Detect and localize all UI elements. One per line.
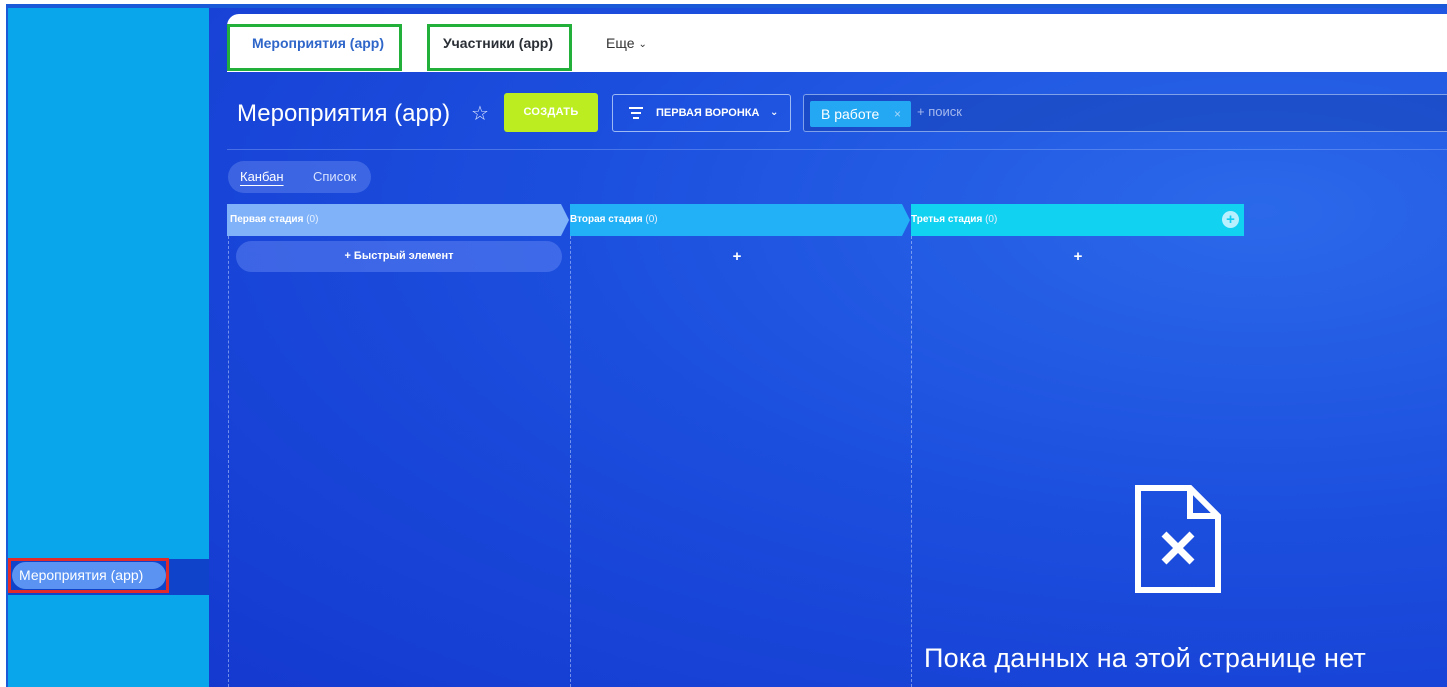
stage-name: Первая стадия <box>230 214 304 225</box>
quick-add-item-button[interactable]: + Быстрый элемент <box>236 241 562 272</box>
filter-chip-label: В работе <box>821 106 880 122</box>
more-tabs-menu[interactable]: Еще ⌄ <box>606 14 647 72</box>
stage-name: Вторая стадия <box>570 214 643 225</box>
filter-lines-icon <box>629 107 643 119</box>
sidebar-item-highlight <box>8 558 169 593</box>
stage-count: (0) <box>645 214 658 225</box>
star-icon[interactable]: ☆ <box>471 100 495 128</box>
top-tabs-bar <box>227 14 1447 72</box>
column-divider <box>911 236 912 687</box>
tab-events-highlight <box>227 24 402 71</box>
add-item-button-stage-3[interactable]: + <box>1070 249 1086 265</box>
filter-chip-in-progress[interactable]: В работе × <box>810 101 911 127</box>
document-x-icon <box>1135 485 1221 593</box>
chevron-down-icon: ⌄ <box>770 107 779 118</box>
view-tab-list[interactable]: Список <box>313 161 356 193</box>
more-label: Еще <box>606 35 635 51</box>
sidebar-panel <box>8 8 209 559</box>
chevron-down-icon: ⌄ <box>638 39 647 50</box>
header-divider <box>227 149 1447 150</box>
stage-count: (0) <box>985 214 998 225</box>
stage-title-1: Первая стадия (0) <box>228 204 318 236</box>
stage-title-3: Третья стадия (0) <box>909 204 997 236</box>
search-input[interactable]: + поиск <box>917 104 962 119</box>
stage-count: (0) <box>306 214 319 225</box>
funnel-label: ПЕРВАЯ ВОРОНКА <box>656 107 760 119</box>
page-title: Мероприятия (app) <box>237 100 451 127</box>
close-icon[interactable]: × <box>894 101 901 127</box>
add-item-button-stage-2[interactable]: + <box>729 249 745 265</box>
sidebar-panel-bottom <box>8 595 209 687</box>
create-button[interactable]: СОЗДАТЬ <box>504 93 598 132</box>
funnel-select-button[interactable]: ПЕРВАЯ ВОРОНКА ⌄ <box>612 94 791 132</box>
stage-headers <box>227 204 1244 236</box>
column-divider <box>228 236 229 687</box>
stage-name: Третья стадия <box>911 214 983 225</box>
tab-participants-highlight <box>427 24 572 71</box>
add-stage-icon[interactable]: + <box>1222 211 1239 228</box>
view-tab-kanban[interactable]: Канбан <box>240 161 284 193</box>
stage-title-2: Вторая стадия (0) <box>568 204 658 236</box>
column-divider <box>570 236 571 687</box>
empty-state-message: Пока данных на этой странице нет <box>924 643 1366 673</box>
